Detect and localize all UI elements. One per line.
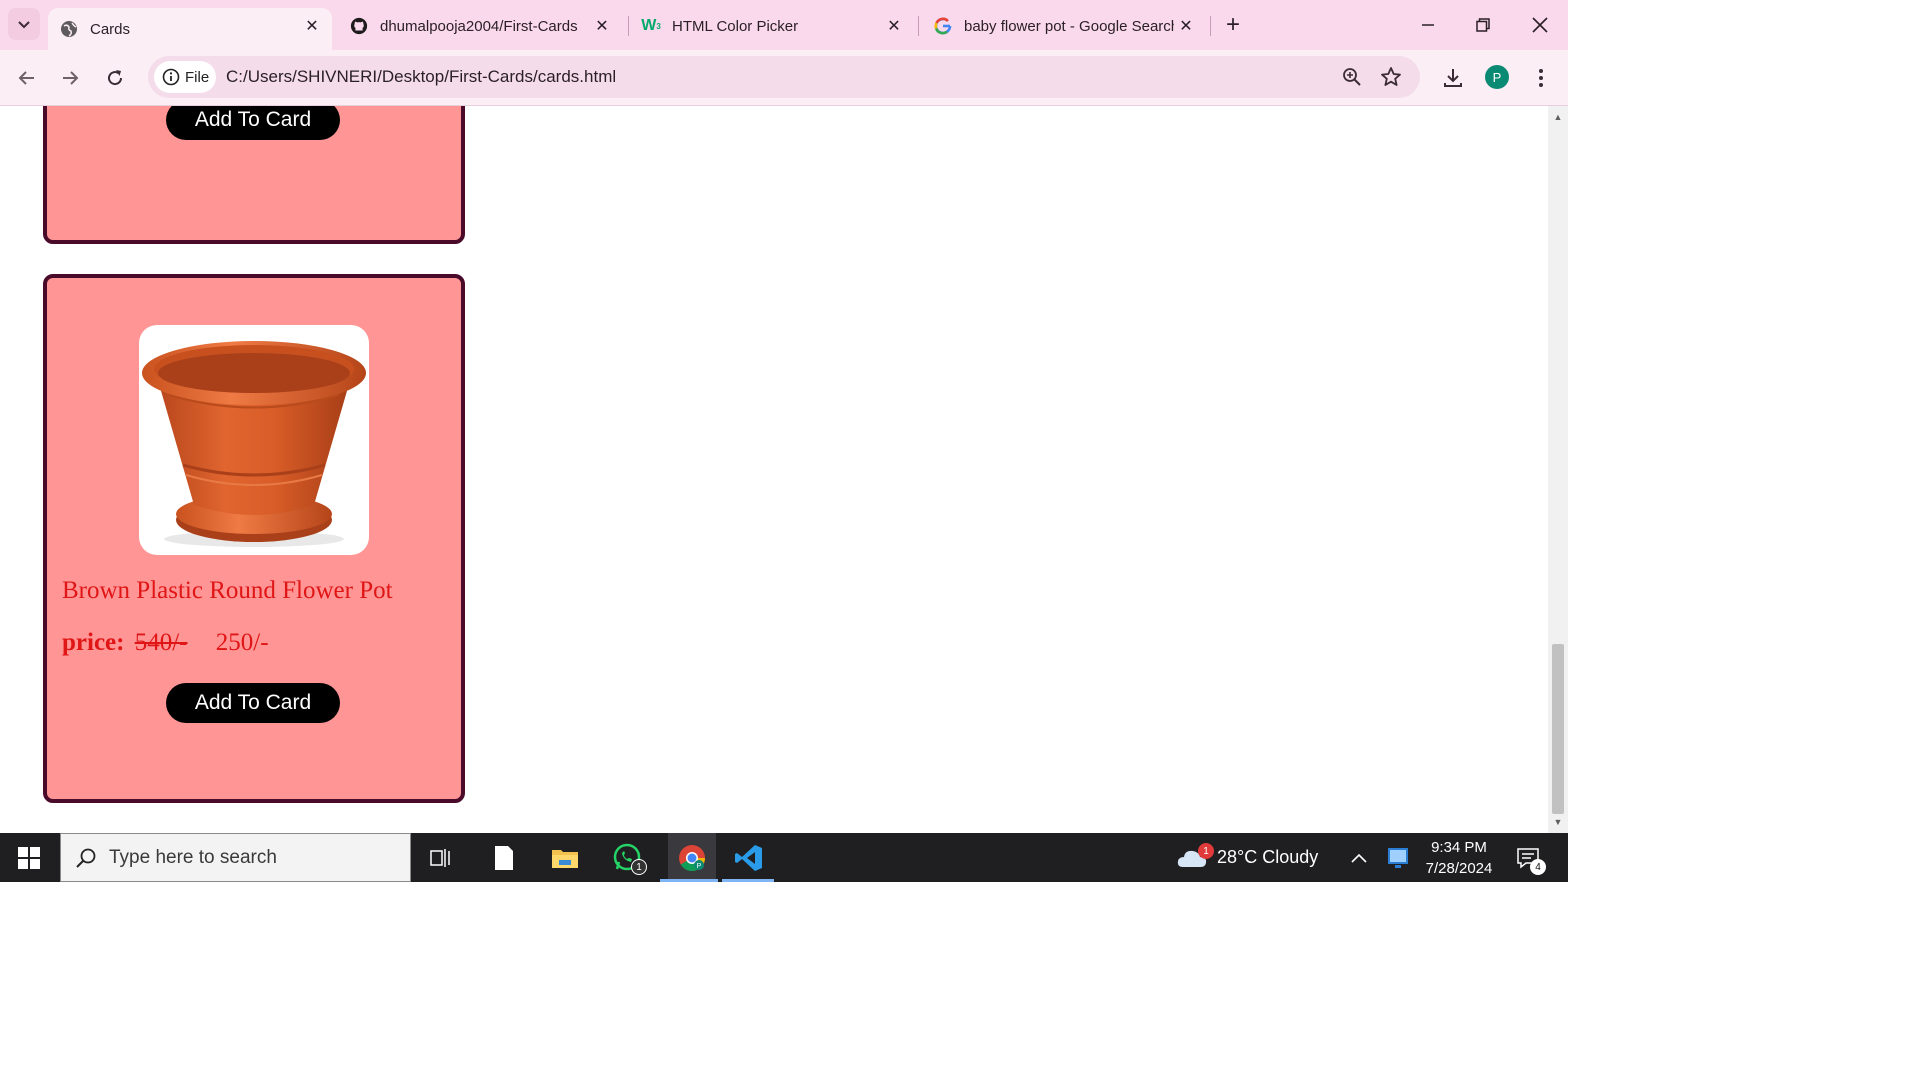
chevron-down-icon bbox=[18, 21, 30, 29]
notifications-badge: 4 bbox=[1530, 859, 1546, 875]
chrome-icon: P bbox=[679, 844, 706, 871]
profile-avatar[interactable]: P bbox=[1485, 65, 1509, 89]
download-icon bbox=[1444, 69, 1462, 87]
chevron-up-icon bbox=[1351, 853, 1367, 863]
task-view-icon bbox=[430, 849, 450, 867]
weather-text[interactable]: 28°C Cloudy bbox=[1217, 847, 1318, 868]
tab-color-picker[interactable]: W3 HTML Color Picker ✕ bbox=[630, 8, 914, 44]
arrow-left-icon bbox=[18, 71, 34, 85]
minimize-button[interactable] bbox=[1408, 10, 1448, 40]
search-placeholder: Type here to search bbox=[109, 846, 277, 868]
start-button[interactable] bbox=[8, 843, 50, 873]
close-icon[interactable]: ✕ bbox=[884, 16, 904, 36]
notepad-button[interactable] bbox=[484, 841, 524, 875]
svg-text:P: P bbox=[697, 863, 702, 870]
github-icon bbox=[350, 17, 368, 35]
product-name: Brown Plastic Round Flower Pot bbox=[62, 577, 393, 604]
system-clock[interactable]: 9:34 PM 7/28/2024 bbox=[1414, 837, 1504, 879]
close-icon[interactable]: ✕ bbox=[302, 16, 322, 36]
zoom-icon bbox=[1343, 68, 1361, 86]
bookmark-button[interactable] bbox=[1379, 65, 1403, 89]
scroll-down-icon[interactable]: ▼ bbox=[1552, 817, 1564, 827]
page-viewport: Add To Card Brown Plastic Round Flower P… bbox=[0, 106, 1548, 833]
price-label: price: bbox=[62, 629, 125, 656]
downloads-button[interactable] bbox=[1439, 64, 1467, 92]
restore-button[interactable] bbox=[1463, 10, 1503, 40]
weather-badge: 1 bbox=[1198, 843, 1214, 859]
old-price: 540/- bbox=[134, 629, 188, 656]
new-price: 250/- bbox=[215, 629, 269, 656]
scrollbar-thumb[interactable] bbox=[1552, 644, 1564, 814]
forward-button[interactable] bbox=[56, 64, 84, 92]
taskbar-search-box[interactable]: Type here to search bbox=[60, 833, 411, 882]
new-tab-button[interactable]: + bbox=[1220, 11, 1246, 38]
restore-icon bbox=[1476, 18, 1490, 32]
vscode-button[interactable] bbox=[729, 841, 769, 875]
w3schools-icon: W3 bbox=[641, 17, 661, 34]
search-icon bbox=[76, 848, 96, 868]
weather-button[interactable]: 1 bbox=[1172, 841, 1214, 875]
file-icon bbox=[495, 846, 513, 870]
windows-logo-icon bbox=[18, 847, 40, 869]
close-icon[interactable]: ✕ bbox=[592, 16, 612, 36]
plus-icon: + bbox=[1225, 11, 1240, 38]
product-card: Add To Card bbox=[43, 106, 465, 244]
add-to-card-button[interactable]: Add To Card bbox=[166, 683, 340, 723]
tab-separator bbox=[918, 16, 919, 36]
windows-taskbar: Type here to search 1 P 1 28°C Cloudy 9:… bbox=[0, 833, 1568, 882]
clock-time: 9:34 PM bbox=[1431, 839, 1487, 856]
close-icon bbox=[1532, 17, 1548, 33]
reload-icon bbox=[108, 70, 123, 86]
url-text[interactable]: C:/Users/SHIVNERI/Desktop/First-Cards/ca… bbox=[226, 67, 616, 87]
globe-icon bbox=[60, 20, 78, 38]
tab-github[interactable]: dhumalpooja2004/First-Cards ✕ bbox=[338, 8, 622, 44]
scroll-up-icon[interactable]: ▲ bbox=[1552, 112, 1564, 122]
flower-pot-image bbox=[139, 325, 369, 555]
browser-tab-bar: Cards ✕ dhumalpooja2004/First-Cards ✕ W3… bbox=[0, 0, 1568, 50]
zoom-button[interactable] bbox=[1340, 65, 1364, 89]
arrow-right-icon bbox=[63, 71, 79, 85]
network-button[interactable] bbox=[1379, 841, 1417, 875]
address-bar[interactable]: File C:/Users/SHIVNERI/Desktop/First-Car… bbox=[148, 56, 1420, 98]
close-icon[interactable]: ✕ bbox=[1176, 16, 1196, 36]
google-icon bbox=[934, 17, 952, 35]
more-vertical-icon bbox=[1539, 69, 1543, 87]
vertical-scrollbar[interactable]: ▲ ▼ bbox=[1548, 106, 1568, 833]
network-icon bbox=[1388, 848, 1408, 868]
tab-separator bbox=[628, 16, 629, 36]
active-indicator bbox=[660, 879, 718, 882]
task-view-button[interactable] bbox=[421, 841, 461, 875]
folder-icon bbox=[552, 850, 578, 868]
tab-title: Cards bbox=[90, 20, 131, 38]
tab-title: baby flower pot - Google Search bbox=[964, 17, 1174, 35]
clock-date: 7/28/2024 bbox=[1425, 860, 1493, 877]
whatsapp-button[interactable]: 1 bbox=[607, 841, 647, 875]
show-hidden-icons-button[interactable] bbox=[1339, 841, 1379, 875]
notifications-button[interactable]: 4 bbox=[1508, 841, 1548, 875]
chrome-button[interactable]: P bbox=[668, 833, 716, 882]
active-indicator bbox=[722, 879, 774, 882]
site-chip-label: File bbox=[185, 68, 210, 86]
star-icon bbox=[1381, 67, 1401, 86]
product-card: Brown Plastic Round Flower Pot price: 54… bbox=[43, 274, 465, 803]
back-button[interactable] bbox=[13, 64, 41, 92]
reload-button[interactable] bbox=[101, 64, 129, 92]
menu-button[interactable] bbox=[1527, 64, 1555, 92]
tab-title: HTML Color Picker bbox=[672, 17, 799, 35]
minimize-icon bbox=[1422, 24, 1434, 26]
price-row: price: 540/- 250/- bbox=[62, 629, 269, 657]
close-window-button[interactable] bbox=[1520, 10, 1560, 40]
site-info-chip[interactable]: File bbox=[154, 61, 216, 93]
tab-google-search[interactable]: baby flower pot - Google Search ✕ bbox=[922, 8, 1206, 44]
whatsapp-badge: 1 bbox=[631, 859, 647, 875]
tab-cards[interactable]: Cards ✕ bbox=[48, 8, 332, 50]
tab-search-button[interactable] bbox=[8, 8, 40, 40]
file-explorer-button[interactable] bbox=[545, 841, 585, 875]
add-to-card-button[interactable]: Add To Card bbox=[166, 106, 340, 140]
tab-separator bbox=[1210, 16, 1211, 36]
vscode-icon bbox=[735, 845, 762, 871]
browser-toolbar: File C:/Users/SHIVNERI/Desktop/First-Car… bbox=[0, 50, 1568, 106]
tab-title: dhumalpooja2004/First-Cards bbox=[380, 17, 578, 35]
info-icon bbox=[162, 68, 180, 86]
